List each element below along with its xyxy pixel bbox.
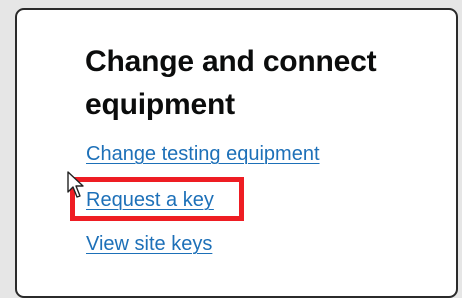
request-a-key-link[interactable]: Request a key (86, 189, 214, 212)
change-testing-equipment-link[interactable]: Change testing equipment (86, 143, 320, 166)
card-title: Change and connect equipment (85, 45, 377, 121)
view-site-keys-link[interactable]: View site keys (86, 233, 212, 256)
mouse-pointer-icon (67, 171, 84, 198)
equipment-card: Change and connect equipment Change test… (15, 8, 458, 298)
